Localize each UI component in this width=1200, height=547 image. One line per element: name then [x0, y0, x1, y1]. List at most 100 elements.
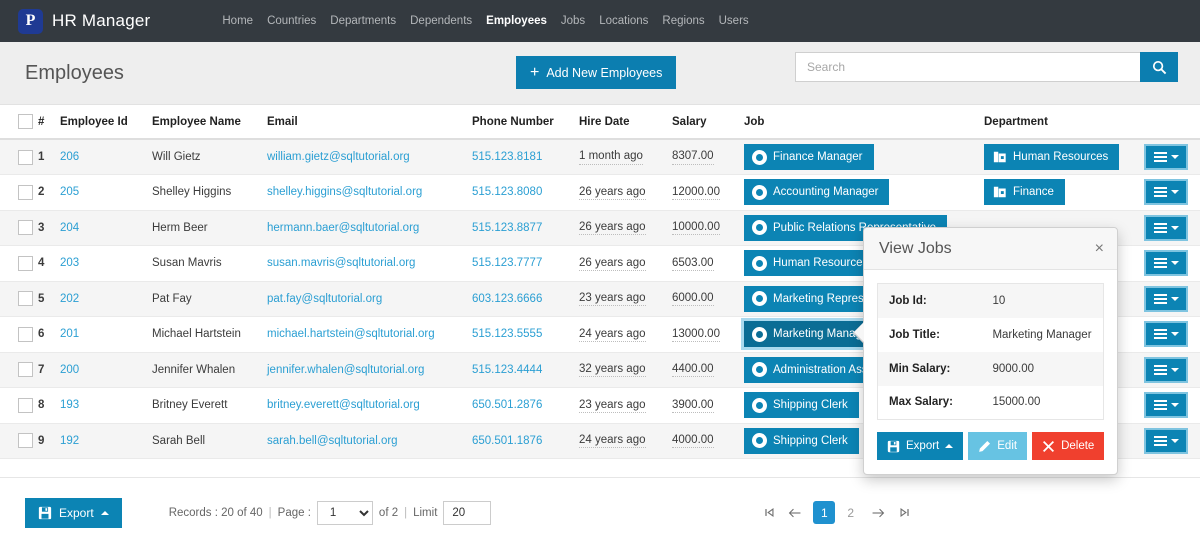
nav-link-departments[interactable]: Departments — [330, 15, 396, 27]
phone-link[interactable]: 515.123.4444 — [472, 364, 542, 376]
search-button[interactable] — [1140, 52, 1178, 82]
hire-date: 24 years ago — [579, 327, 646, 342]
nav-link-dependents[interactable]: Dependents — [410, 15, 472, 27]
last-page-button[interactable] — [896, 502, 912, 524]
row-actions-button[interactable] — [1144, 179, 1188, 206]
job-pill[interactable]: Accounting Manager — [744, 179, 890, 206]
menu-icon — [1153, 293, 1167, 304]
hire-date: 26 years ago — [579, 185, 646, 200]
email-link[interactable]: jennifer.whalen@sqltutorial.org — [267, 364, 424, 376]
employee-id-link[interactable]: 205 — [60, 186, 79, 198]
col-job[interactable]: Job — [744, 105, 984, 140]
col-select-all — [0, 105, 38, 140]
job-pill[interactable]: Shipping Clerk — [744, 427, 859, 454]
nav-link-locations[interactable]: Locations — [599, 15, 648, 27]
popover-export-button[interactable]: Export — [877, 432, 964, 460]
employee-id-link[interactable]: 201 — [60, 328, 79, 340]
col-hire-date[interactable]: Hire Date — [579, 105, 672, 140]
eye-icon — [752, 291, 767, 307]
prev-page-button[interactable] — [787, 502, 803, 524]
employee-id-link[interactable]: 192 — [60, 435, 79, 447]
nav-link-home[interactable]: Home — [222, 15, 253, 27]
email-link[interactable]: shelley.higgins@sqltutorial.org — [267, 186, 422, 198]
add-new-employees-button[interactable]: + Add New Employees — [516, 56, 677, 89]
row-checkbox[interactable] — [18, 326, 33, 342]
email-link[interactable]: susan.mavris@sqltutorial.org — [267, 257, 415, 269]
brand-name: HR Manager — [52, 11, 151, 30]
employee-id-link[interactable]: 206 — [60, 151, 79, 163]
col-email[interactable]: Email — [267, 105, 472, 140]
nav-link-employees[interactable]: Employees — [486, 15, 547, 27]
employee-id-link[interactable]: 200 — [60, 364, 79, 376]
phone-link[interactable]: 515.123.8080 — [472, 186, 542, 198]
row-checkbox[interactable] — [18, 291, 33, 307]
popover-edit-button[interactable]: Edit — [968, 432, 1028, 460]
email-link[interactable]: sarah.bell@sqltutorial.org — [267, 435, 398, 447]
email-link[interactable]: michael.hartstein@sqltutorial.org — [267, 328, 435, 340]
phone-link[interactable]: 603.123.6666 — [472, 293, 542, 305]
nav-link-regions[interactable]: Regions — [662, 15, 704, 27]
nav-link-users[interactable]: Users — [719, 15, 749, 27]
select-all-checkbox[interactable] — [18, 114, 33, 129]
email-link[interactable]: hermann.baer@sqltutorial.org — [267, 222, 419, 234]
popover-edit-label: Edit — [997, 440, 1018, 452]
row-checkbox[interactable] — [18, 362, 33, 378]
page-number-button[interactable]: 2 — [841, 502, 860, 524]
job-pill[interactable]: Finance Manager — [744, 144, 874, 170]
popover-delete-button[interactable]: Delete — [1032, 432, 1105, 460]
phone-link[interactable]: 515.123.8877 — [472, 222, 542, 234]
row-actions-button[interactable] — [1144, 321, 1188, 348]
chevron-down-icon — [1170, 190, 1179, 195]
employee-id-link[interactable]: 202 — [60, 293, 79, 305]
phone-link[interactable]: 515.123.5555 — [472, 328, 542, 340]
row-checkbox[interactable] — [18, 397, 33, 413]
nav-link-countries[interactable]: Countries — [267, 15, 316, 27]
row-checkbox[interactable] — [18, 433, 33, 449]
employee-id-link[interactable]: 203 — [60, 257, 79, 269]
phone-link[interactable]: 650.501.1876 — [472, 435, 542, 447]
page-number-button[interactable]: 1 — [813, 501, 836, 524]
popover-actions: Export Edit Delete — [864, 420, 1117, 474]
building-icon — [992, 150, 1007, 165]
page-select[interactable]: 1 — [316, 500, 373, 525]
footer-export-button[interactable]: Export — [25, 497, 122, 528]
row-actions-button[interactable] — [1144, 214, 1188, 241]
row-checkbox[interactable] — [18, 149, 33, 165]
col-employee-id[interactable]: Employee Id — [60, 105, 152, 140]
department-pill[interactable]: Finance — [984, 179, 1065, 206]
email-link[interactable]: william.gietz@sqltutorial.org — [267, 151, 410, 163]
phone-link[interactable]: 515.123.7777 — [472, 257, 542, 269]
chevron-down-icon — [1170, 438, 1179, 443]
email-link[interactable]: pat.fay@sqltutorial.org — [267, 293, 382, 305]
job-pill[interactable]: Shipping Clerk — [744, 392, 859, 419]
phone-link[interactable]: 650.501.2876 — [472, 399, 542, 411]
search-input[interactable] — [795, 52, 1140, 82]
row-checkbox[interactable] — [18, 220, 33, 236]
email-link[interactable]: britney.everett@sqltutorial.org — [267, 399, 420, 411]
page-total-text: of 2 — [378, 506, 399, 519]
col-salary[interactable]: Salary — [672, 105, 744, 140]
close-icon[interactable]: × — [1095, 240, 1104, 257]
department-pill[interactable]: Human Resources — [984, 144, 1120, 170]
row-actions-button[interactable] — [1144, 356, 1188, 383]
brand[interactable]: P HR Manager — [18, 8, 151, 34]
col-phone-number[interactable]: Phone Number — [472, 105, 579, 140]
employee-id-link[interactable]: 204 — [60, 222, 79, 234]
hire-date: 26 years ago — [579, 220, 646, 236]
row-actions-button[interactable] — [1144, 392, 1188, 419]
col-department[interactable]: Department — [984, 105, 1144, 140]
row-actions-button[interactable] — [1144, 285, 1188, 312]
first-page-button[interactable] — [761, 502, 777, 524]
row-checkbox[interactable] — [18, 184, 33, 200]
employee-id-link[interactable]: 193 — [60, 399, 79, 411]
row-actions-button[interactable] — [1144, 427, 1188, 454]
nav-link-jobs[interactable]: Jobs — [561, 15, 585, 27]
col-employee-name[interactable]: Employee Name — [152, 105, 267, 140]
phone-link[interactable]: 515.123.8181 — [472, 151, 542, 163]
row-select-cell — [0, 139, 38, 175]
next-page-button[interactable] — [870, 502, 886, 524]
row-actions-button[interactable] — [1144, 250, 1188, 277]
row-actions-button[interactable] — [1144, 144, 1188, 170]
limit-input[interactable] — [443, 500, 492, 525]
row-checkbox[interactable] — [18, 255, 33, 271]
